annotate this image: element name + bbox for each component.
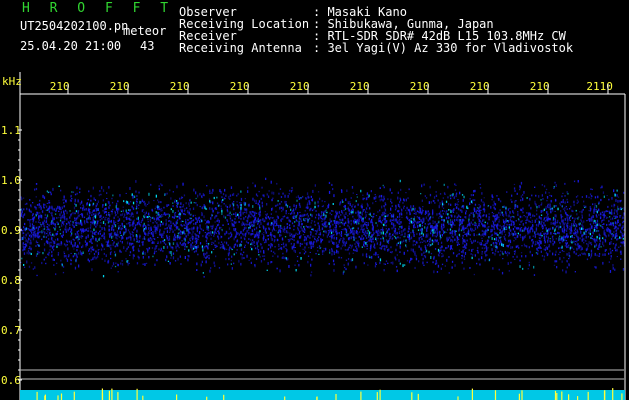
level-spike	[568, 394, 570, 400]
level-spike	[57, 395, 59, 400]
mode-label: meteor	[123, 24, 167, 38]
level-spike	[284, 396, 286, 400]
level-spike	[136, 388, 138, 400]
y-tick-label: 0.7	[1, 324, 21, 337]
y-tick-label: 0.9	[1, 224, 21, 237]
datetime-label: 25.04.20 21:00	[20, 39, 122, 53]
level-spike	[494, 390, 497, 400]
x-tick-label: 210	[170, 80, 190, 93]
level-spike	[471, 388, 473, 400]
level-spike	[587, 391, 589, 400]
level-spike	[108, 390, 110, 400]
header: H R O F F T UT2504202100.pn meteor 25.04…	[0, 0, 629, 72]
level-spike	[360, 391, 362, 400]
x-tick-label: 210	[290, 80, 310, 93]
x-tick-label: 210	[530, 80, 550, 93]
y-tick-label: 1.0	[1, 174, 21, 187]
unit-label: kHz	[2, 75, 22, 88]
spectrogram: 1.1 1.0 0.9 0.8 0.7 0.6 210 210 210 210 210 210 210…	[0, 72, 629, 400]
x-tick-label: 210	[350, 80, 370, 93]
x-tick-label: 210	[110, 80, 130, 93]
x-tick-label: 210	[50, 80, 70, 93]
level-spike	[561, 391, 563, 400]
x-tick-label: 210	[470, 80, 490, 93]
info-antenna-value: : 3el Yagi(V) Az 330 for Vladivostok	[313, 41, 574, 55]
level-spike	[60, 393, 63, 400]
level-spike	[457, 396, 459, 400]
level-spike	[176, 394, 178, 400]
filename-label: UT2504202100.pn	[20, 19, 129, 33]
app-title: H R O F F T	[22, 1, 175, 16]
level-spike	[603, 390, 606, 400]
level-spike	[111, 388, 113, 400]
x-tick-label: 210	[230, 80, 250, 93]
level-spike	[36, 391, 38, 400]
x-tick-label: 210	[410, 80, 430, 93]
level-spike	[612, 388, 614, 400]
y-tick-label: 0.6	[1, 374, 21, 387]
level-spike	[554, 390, 557, 400]
y-tick-label: 0.8	[1, 274, 21, 287]
level-spike	[417, 393, 419, 400]
count-label: 43	[140, 39, 155, 53]
level-spike	[73, 391, 75, 400]
level-spike	[379, 389, 381, 400]
level-spike	[101, 388, 103, 400]
level-spike	[142, 395, 144, 400]
info-antenna-label: Receiving Antenna	[179, 41, 302, 55]
level-strip	[20, 390, 625, 400]
level-spike	[335, 394, 337, 400]
x-tick-label: 2110	[586, 80, 613, 93]
level-spike	[621, 393, 623, 400]
level-spike	[411, 392, 413, 400]
level-spike	[518, 393, 520, 400]
level-spike	[521, 390, 523, 400]
level-spike	[376, 392, 378, 400]
level-spike	[223, 394, 225, 400]
level-spike	[577, 396, 579, 400]
level-spike	[556, 393, 558, 400]
y-tick-label: 1.1	[1, 124, 21, 137]
level-spike	[117, 392, 119, 400]
level-spike	[44, 395, 46, 400]
